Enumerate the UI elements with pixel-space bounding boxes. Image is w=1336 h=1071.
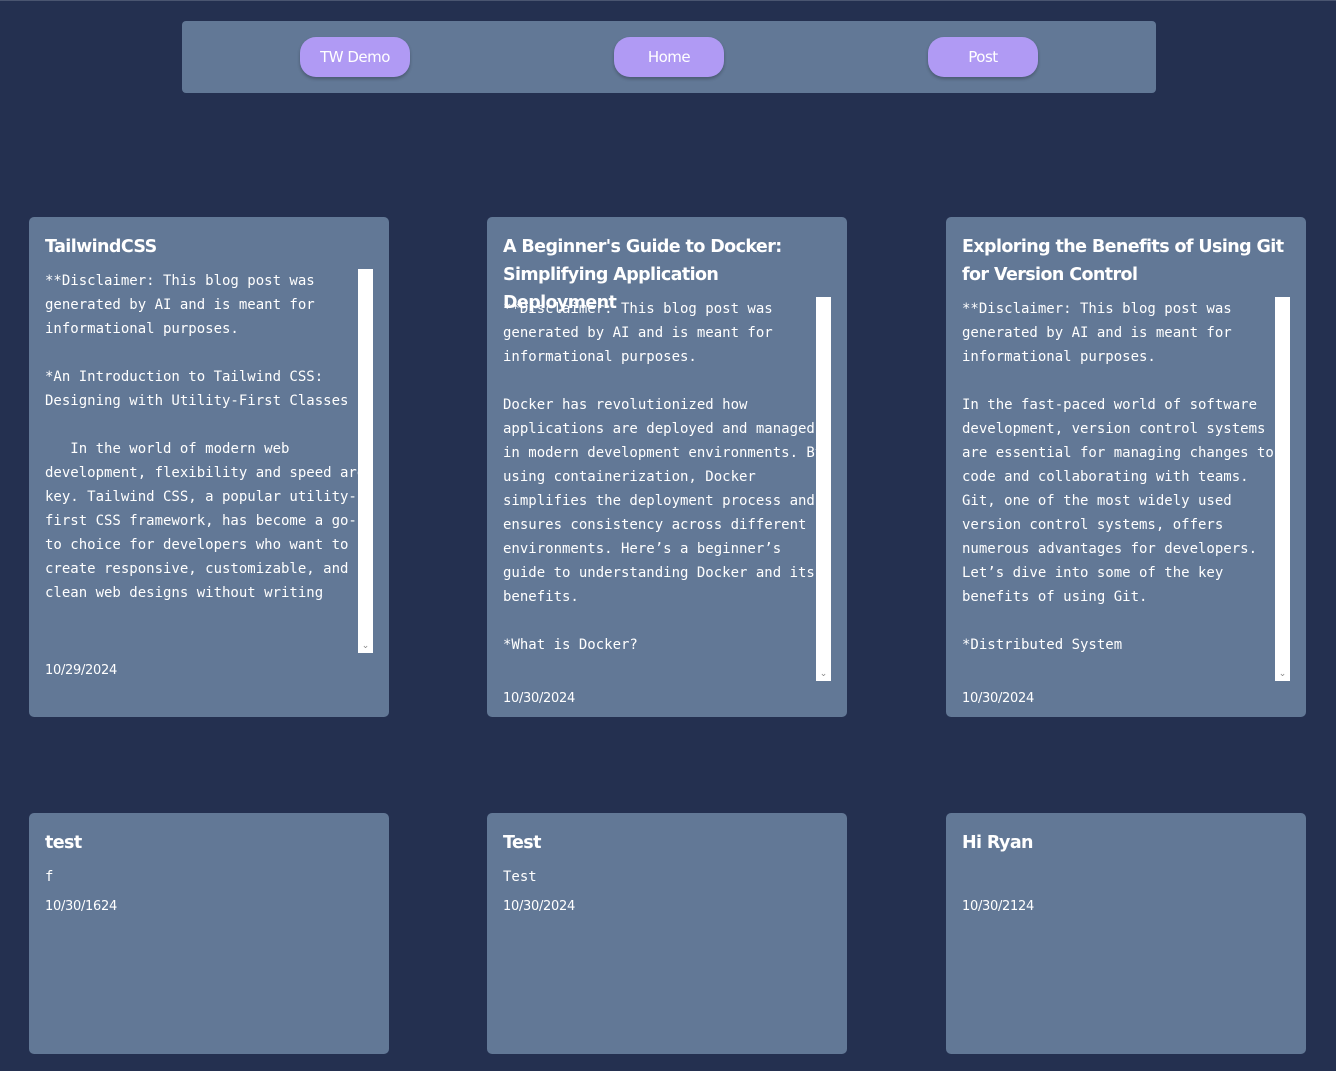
post-date: 10/30/1624 <box>45 899 117 914</box>
window-top-border <box>0 0 1336 1</box>
post-body <box>962 865 1290 889</box>
post-title: Exploring the Benefits of Using Git for … <box>962 237 1284 285</box>
post-card[interactable]: Test Test 10/30/2024 <box>487 813 847 1054</box>
post-body: f <box>45 869 54 885</box>
nav-post-button[interactable]: Post <box>928 37 1038 77</box>
post-title: Hi Ryan <box>962 833 1034 853</box>
post-card[interactable]: TailwindCSS **Disclaimer: This blog post… <box>29 217 389 717</box>
post-card[interactable]: Hi Ryan 10/30/2124 <box>946 813 1306 1054</box>
post-body-scrollbar[interactable]: ⌄ <box>358 269 373 653</box>
nav-home-button[interactable]: Home <box>614 37 724 77</box>
post-card[interactable]: test f 10/30/1624 <box>29 813 389 1054</box>
post-body: **Disclaimer: This blog post was generat… <box>503 301 824 653</box>
post-title: Test <box>503 833 541 853</box>
post-card[interactable]: Exploring the Benefits of Using Git for … <box>946 217 1306 717</box>
post-date: 10/30/2024 <box>503 691 575 706</box>
post-body-scrollbar[interactable]: ⌄ <box>1275 297 1290 681</box>
navbar: TW Demo Home Post <box>182 21 1156 93</box>
post-body-scrollbar[interactable]: ⌄ <box>816 297 831 681</box>
scroll-down-arrow-icon[interactable]: ⌄ <box>1275 667 1290 681</box>
post-date: 10/29/2024 <box>45 663 117 678</box>
post-title: test <box>45 833 82 853</box>
post-date: 10/30/2124 <box>962 899 1034 914</box>
post-card[interactable]: A Beginner's Guide to Docker: Simplifyin… <box>487 217 847 717</box>
post-date: 10/30/2024 <box>503 899 575 914</box>
nav-tw-demo-button[interactable]: TW Demo <box>300 37 410 77</box>
post-title: TailwindCSS <box>45 237 157 257</box>
post-body: **Disclaimer: This blog post was generat… <box>45 273 366 601</box>
scroll-down-arrow-icon[interactable]: ⌄ <box>816 667 831 681</box>
scroll-down-arrow-icon[interactable]: ⌄ <box>358 639 373 653</box>
post-body: **Disclaimer: This blog post was generat… <box>962 301 1274 653</box>
post-date: 10/30/2024 <box>962 691 1034 706</box>
post-body: Test <box>503 869 537 885</box>
